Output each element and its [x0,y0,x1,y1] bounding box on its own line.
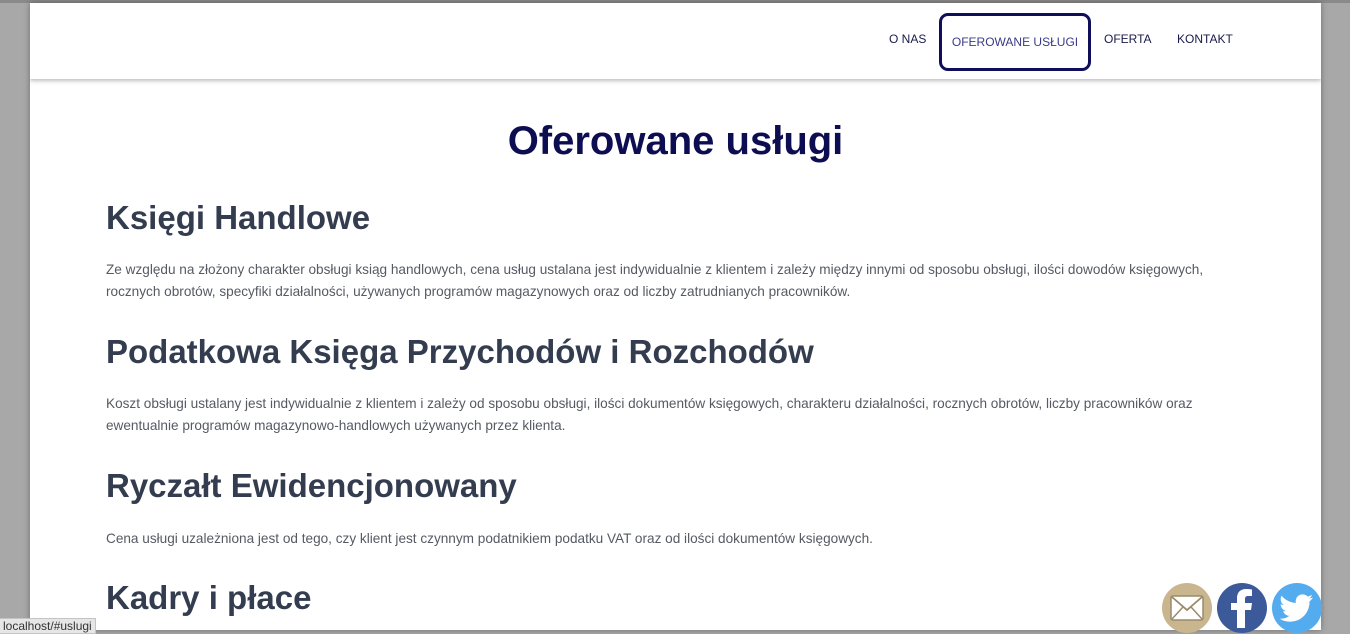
nav-item-oferta[interactable]: OFERTA [1104,32,1152,46]
twitter-share-button[interactable] [1272,583,1322,633]
section-heading-kadry-i-place: Kadry i płace [106,579,312,616]
page-container: O NAS OFEROWANE USŁUGI OFERTA KONTAKT Of… [30,3,1321,630]
facebook-share-button[interactable] [1217,583,1267,633]
section-text-ksiegi-handlowe: Ze względu na złożony charakter obsługi … [106,262,1204,299]
facebook-icon [1231,589,1252,628]
section-text-kpir: Koszt obsługi ustalany jest indywidualni… [106,396,1193,433]
email-share-button[interactable] [1162,583,1212,633]
nav-item-o-nas[interactable]: O NAS [889,32,926,46]
section-text-ryczalt: Cena usługi uzależniona jest od tego, cz… [106,531,873,546]
nav-item-kontakt[interactable]: KONTAKT [1177,32,1233,46]
main-navbar: O NAS OFEROWANE USŁUGI OFERTA KONTAKT [30,3,1321,79]
section-heading-ksiegi-handlowe: Księgi Handlowe [106,199,371,236]
nav-item-oferowane-uslugi[interactable]: OFEROWANE USŁUGI [939,13,1091,71]
section-heading-kpir: Podatkowa Księga Przychodów i Rozchodów [106,333,814,370]
page-title: Oferowane usługi [507,119,844,163]
nav-item-label: OFEROWANE USŁUGI [951,35,1079,49]
section-heading-ryczalt: Ryczałt Ewidencjonowany [106,467,517,504]
twitter-icon [1280,594,1313,622]
email-icon [1170,595,1204,621]
browser-status-bar: localhost/#uslugi [0,618,96,634]
